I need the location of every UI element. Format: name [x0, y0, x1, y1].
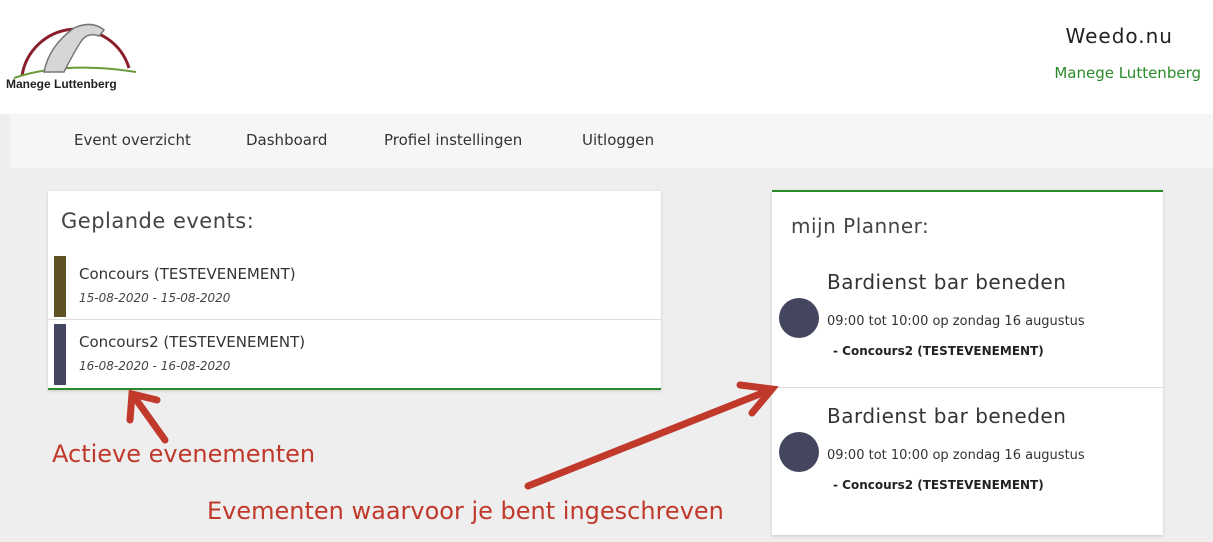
shift-dot-icon	[779, 432, 819, 472]
event-row[interactable]: Concours2 (TESTEVENEMENT) 16-08-2020 - 1…	[48, 321, 661, 385]
nav-event-overzicht[interactable]: Event overzicht	[74, 131, 191, 149]
planner-title: mijn Planner:	[791, 214, 930, 238]
arrow-active-icon	[126, 389, 169, 444]
planner-card: mijn Planner: Bardienst bar beneden 09:0…	[772, 190, 1163, 535]
main-nav: Event overzicht Dashboard Profiel instel…	[10, 114, 1213, 168]
event-row[interactable]: Concours (TESTEVENEMENT) 15-08-2020 - 15…	[48, 253, 661, 317]
event-dates: 15-08-2020 - 15-08-2020	[79, 291, 231, 305]
nav-profiel-instellingen[interactable]: Profiel instellingen	[384, 131, 522, 149]
annotation-active-events: Actieve evenementen	[52, 440, 316, 468]
shift-dot-icon	[779, 298, 819, 338]
planned-events-card: Geplande events: Concours (TESTEVENEMENT…	[48, 191, 661, 390]
event-color-bar	[54, 324, 66, 385]
shift-title: Bardienst bar beneden	[827, 270, 1067, 294]
planner-item[interactable]: Bardienst bar beneden 09:00 tot 10:00 op…	[772, 270, 1163, 408]
divider	[48, 319, 661, 320]
header: Manege Luttenberg Weedo.nu Manege Lutten…	[0, 0, 1213, 114]
nav-uitloggen[interactable]: Uitloggen	[582, 131, 654, 149]
nav-dashboard[interactable]: Dashboard	[246, 131, 327, 149]
shift-event: - Concours2 (TESTEVENEMENT)	[833, 344, 1044, 358]
site-title: Weedo.nu	[1065, 24, 1173, 48]
planned-events-title: Geplande events:	[61, 209, 255, 233]
planner-item[interactable]: Bardienst bar beneden 09:00 tot 10:00 op…	[772, 404, 1163, 542]
site-subtitle: Manege Luttenberg	[1054, 64, 1201, 82]
logo-text: Manege Luttenberg	[6, 77, 117, 91]
arrow-registered-icon	[524, 381, 779, 490]
shift-event: - Concours2 (TESTEVENEMENT)	[833, 478, 1044, 492]
event-name[interactable]: Concours (TESTEVENEMENT)	[79, 265, 296, 283]
event-dates: 16-08-2020 - 16-08-2020	[79, 359, 231, 373]
shift-time: 09:00 tot 10:00 op zondag 16 augustus	[827, 448, 1085, 463]
shift-time: 09:00 tot 10:00 op zondag 16 augustus	[827, 314, 1085, 329]
event-color-bar	[54, 256, 66, 317]
shift-event-name: Concours2 (TESTEVENEMENT)	[842, 344, 1044, 358]
shift-event-name: Concours2 (TESTEVENEMENT)	[842, 478, 1044, 492]
annotation-registered-events: Evementen waarvoor je bent ingeschreven	[207, 497, 724, 525]
shift-title: Bardienst bar beneden	[827, 404, 1067, 428]
divider	[772, 387, 1163, 388]
event-name[interactable]: Concours2 (TESTEVENEMENT)	[79, 333, 305, 351]
